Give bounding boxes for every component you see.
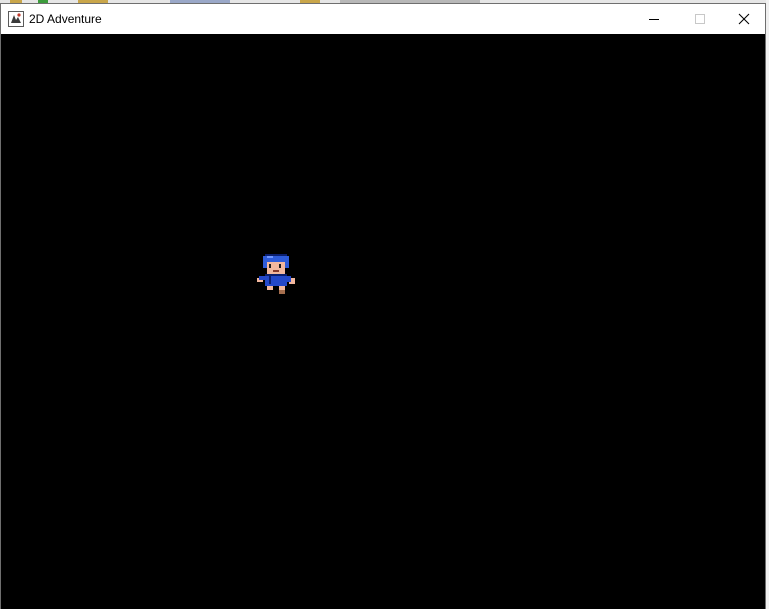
maximize-button[interactable] xyxy=(677,4,723,34)
window-title: 2D Adventure xyxy=(29,12,102,26)
minimize-button[interactable] xyxy=(631,4,677,34)
close-icon xyxy=(738,13,750,25)
game-canvas[interactable] xyxy=(1,34,765,609)
minimize-icon xyxy=(649,19,659,20)
close-button[interactable] xyxy=(721,4,767,34)
player-sprite xyxy=(257,254,295,294)
maximize-icon xyxy=(695,14,705,24)
title-bar[interactable]: 2D Adventure xyxy=(1,4,765,34)
java-app-icon[interactable] xyxy=(8,11,24,27)
app-window: 2D Adventure xyxy=(0,3,766,609)
